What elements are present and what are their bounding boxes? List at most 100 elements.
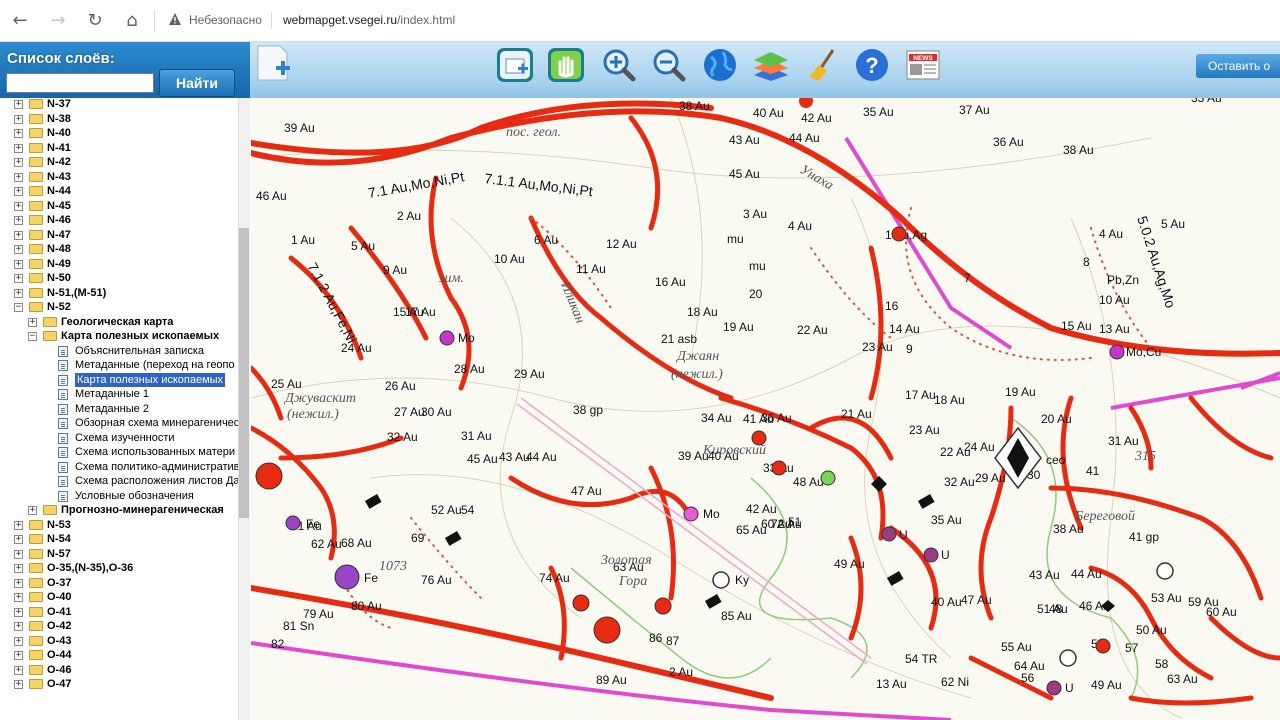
expand-icon[interactable]: + [14,680,23,689]
tree-item-sheet[interactable]: + N-48 [0,242,249,256]
folder-icon [43,316,57,327]
expand-icon[interactable]: + [14,578,23,588]
tree-item-sheet[interactable]: + O-43 [0,634,249,648]
layer-search-input[interactable] [6,73,154,93]
collapse-icon[interactable]: − [28,332,37,341]
map-label: Fe [306,517,320,531]
zoom-out-icon[interactable] [650,47,688,83]
tree-item-sheet[interactable]: + N-37 [0,98,249,111]
zoom-in-icon[interactable] [600,47,638,83]
clear-broom-icon[interactable] [803,47,841,83]
expand-icon[interactable]: + [14,535,23,544]
expand-icon[interactable]: + [14,230,23,240]
expand-icon[interactable]: + [14,172,23,182]
map-label: 46 Au [256,189,287,203]
leave-feedback-button[interactable]: Оставить о [1196,54,1280,78]
help-icon[interactable]: ? [853,47,891,83]
reload-icon[interactable]: ↻ [83,9,107,33]
tree-item-selected[interactable]: Карта полезных ископаемых [0,372,249,387]
expand-icon[interactable]: + [14,259,23,269]
home-icon[interactable]: ⌂ [120,9,144,33]
tree-item-folder[interactable]: − Карта полезных ископаемых [0,329,249,343]
expand-icon[interactable]: + [14,549,23,559]
globe-icon[interactable] [701,47,739,83]
expand-icon[interactable]: + [14,636,23,646]
tree-scrollbar-thumb[interactable] [239,228,249,518]
tree-item-sheet[interactable]: + O-47 [0,677,249,691]
tree-item-sheet[interactable]: − N-52 [0,300,249,314]
tree-item-sheet[interactable]: + N-44 [0,184,249,198]
tree-item-sheet[interactable]: + N-45 [0,199,249,213]
mineral-map[interactable]: 39 Au 38 Au 40 Au 42 Au 35 Au 43 Au 44 Au 37 Au… [251,98,1280,720]
tree-item-sheet[interactable]: + N-43 [0,170,249,184]
tree-item-sheet[interactable]: + N-49 [0,257,249,271]
tree-item-layer[interactable]: Обзорная схема минерагеничес [0,416,249,430]
forward-icon[interactable]: → [46,9,70,33]
tree-item-sheet[interactable]: + N-54 [0,532,249,546]
map-label: mu [749,259,766,273]
tree-item-sheet[interactable]: + O-42 [0,619,249,633]
tree-item-sheet[interactable]: + O-46 [0,663,249,677]
expand-icon[interactable]: + [14,288,23,298]
tree-item-sheet[interactable]: + N-46 [0,213,249,227]
expand-icon[interactable]: + [14,158,23,167]
new-document-icon[interactable] [254,44,292,84]
expand-icon[interactable]: + [14,143,23,153]
expand-icon[interactable]: + [14,520,23,530]
layers-icon[interactable] [752,47,790,83]
tree-item-sheet[interactable]: + N-57 [0,547,249,561]
expand-icon[interactable]: + [14,593,23,602]
tree-item-label: N-53 [47,518,71,531]
find-button[interactable]: Найти [159,69,235,97]
back-icon[interactable]: ← [8,9,32,33]
select-area-icon[interactable] [496,47,534,83]
news-icon[interactable]: NEWS [904,47,942,83]
url-text[interactable]: webmapget.vsegei.ru/index.html [283,13,455,27]
tree-item-sheet[interactable]: + N-41 [0,141,249,155]
collapse-icon[interactable]: − [14,303,23,312]
tree-item-layer[interactable]: Схема изученности [0,431,249,445]
tree-item-folder[interactable]: + Прогнозно-минерагеническая [0,503,249,517]
tree-item-layer[interactable]: Метаданные (переход на геопо [0,358,249,372]
expand-icon[interactable]: + [14,187,23,196]
expand-icon[interactable]: + [14,274,23,283]
expand-icon[interactable]: + [14,564,23,573]
tree-item-layer[interactable]: Метаданные 1 [0,387,249,401]
trend-label: 7.1.1 Au,Mo,Ni,Pt [484,170,594,199]
expand-icon[interactable]: + [14,100,23,109]
expand-icon[interactable]: + [14,114,23,124]
expand-icon[interactable]: + [14,216,23,225]
tree-item-sheet[interactable]: + N-50 [0,271,249,285]
tree-item-folder[interactable]: + Геологическая карта [0,315,249,329]
tree-item-sheet[interactable]: + N-42 [0,155,249,169]
pan-hand-icon[interactable] [547,47,585,83]
tree-item-sheet[interactable]: + O-44 [0,648,249,662]
expand-icon[interactable]: + [28,506,37,515]
tree-item-sheet[interactable]: + N-40 [0,126,249,140]
tree-item-layer[interactable]: Схема политико-административ [0,460,249,474]
tree-item-sheet[interactable]: + N-38 [0,112,249,126]
expand-icon[interactable]: + [14,651,23,660]
expand-icon[interactable]: + [14,622,23,631]
tree-item-sheet[interactable]: + O-35,(N-35),O-36 [0,561,249,575]
tree-item-sheet[interactable]: + O-40 [0,590,249,604]
expand-icon[interactable]: + [14,607,23,617]
tree-item-layer[interactable]: Схема расположения листов Да [0,474,249,488]
tree-item-layer[interactable]: Метаданные 2 [0,402,249,416]
tree-item-sheet[interactable]: + N-47 [0,228,249,242]
insecure-label[interactable]: Небезопасно [189,13,262,27]
tree-item-sheet[interactable]: + O-37 [0,576,249,590]
expand-icon[interactable]: + [14,245,23,254]
tree-item-sheet[interactable]: + N-51,(M-51) [0,286,249,300]
tree-item-sheet[interactable]: + N-53 [0,518,249,532]
tree-item-sheet[interactable]: + O-41 [0,605,249,619]
map-canvas[interactable]: 39 Au 38 Au 40 Au 42 Au 35 Au 43 Au 44 Au 37 Au… [251,98,1280,720]
expand-icon[interactable]: + [14,665,23,675]
expand-icon[interactable]: + [28,317,37,327]
tree-item-layer[interactable]: Условные обозначения [0,489,249,503]
expand-icon[interactable]: + [14,201,23,211]
warning-icon[interactable] [168,12,182,26]
tree-item-layer[interactable]: Объяснительная записка [0,344,249,358]
expand-icon[interactable]: + [14,129,23,138]
tree-item-layer[interactable]: Схема использованных матери [0,445,249,459]
